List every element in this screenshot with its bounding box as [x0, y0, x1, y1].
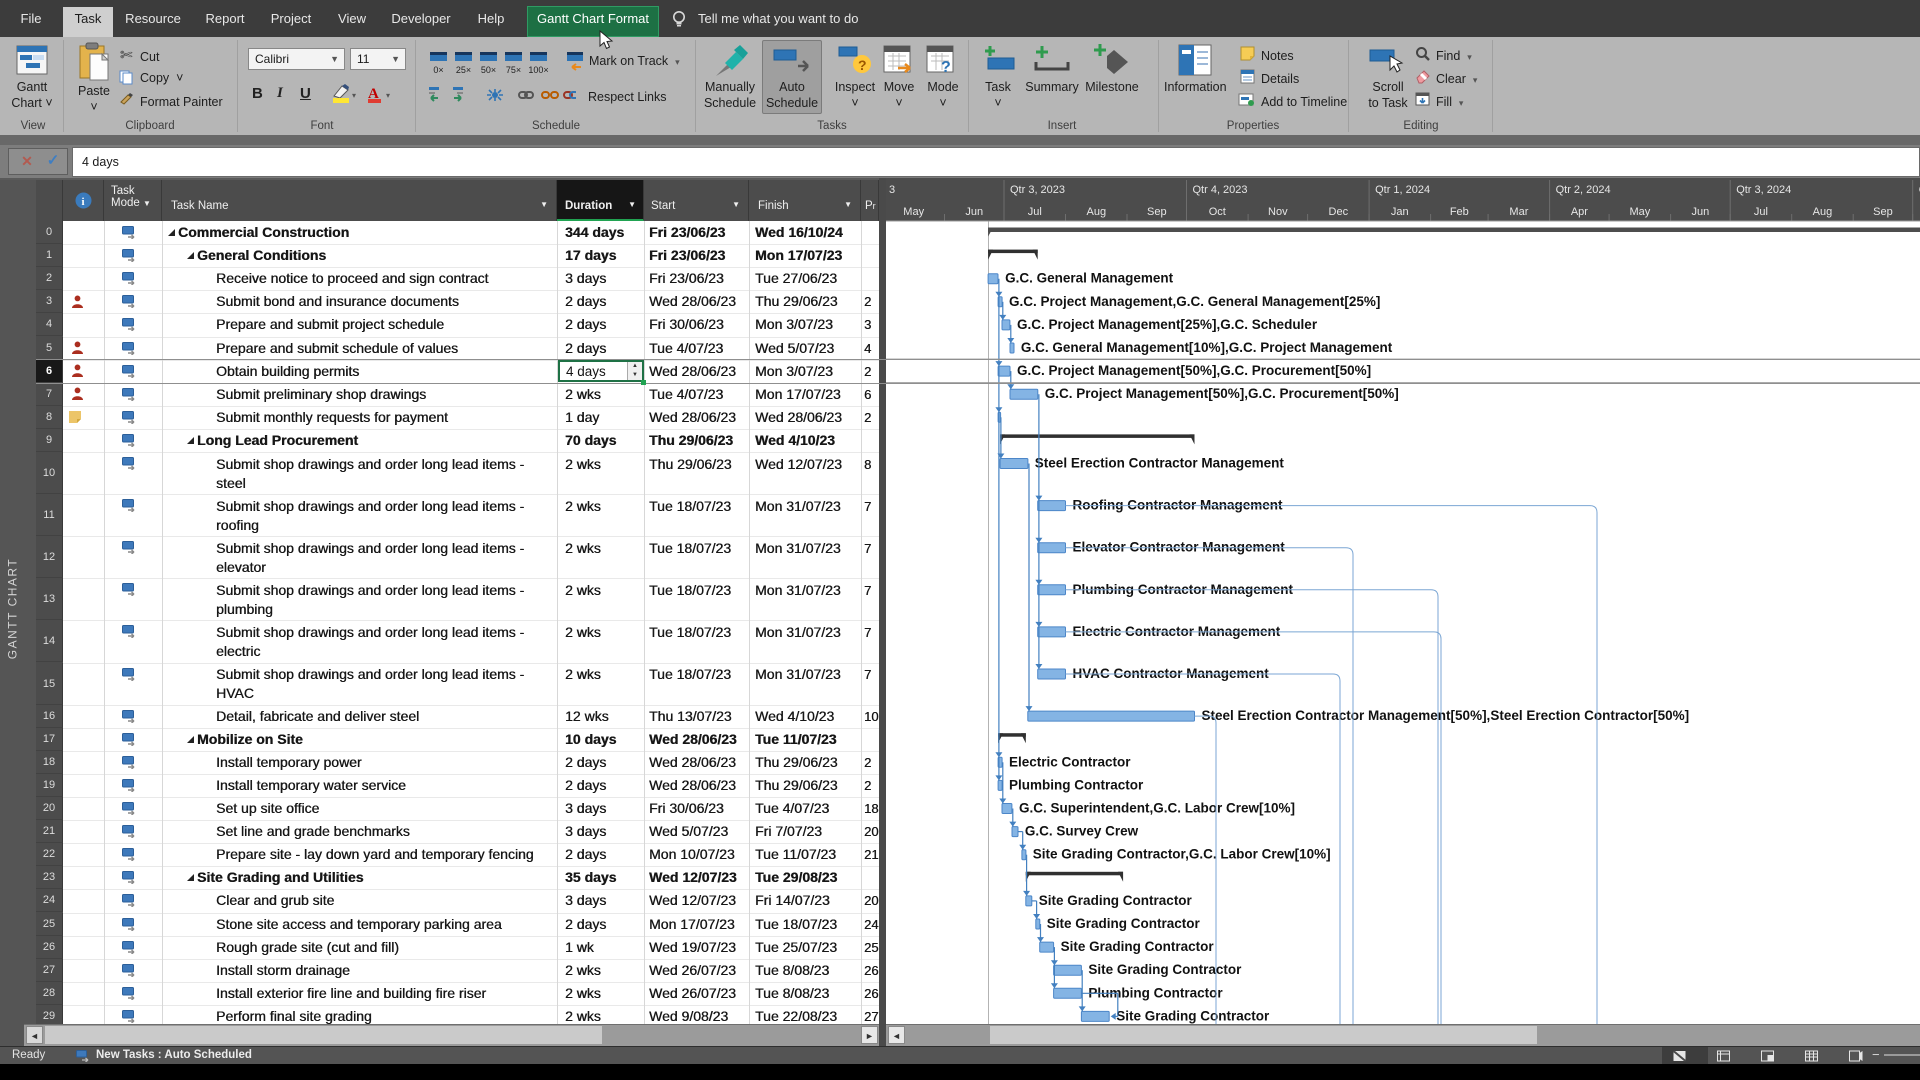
svg-text:Site Grading Contractor: Site Grading Contractor — [1047, 916, 1201, 931]
svg-text:Qtr 1, 2024: Qtr 1, 2024 — [1375, 184, 1430, 196]
svg-text:G.C. Project Management[25%],G: G.C. Project Management[25%],G.C. Schedu… — [1017, 317, 1318, 332]
svg-text:Qtr 2, 2024: Qtr 2, 2024 — [1556, 184, 1611, 196]
svg-text:?: ? — [858, 57, 867, 73]
svg-text:Dec: Dec — [1329, 206, 1349, 218]
svg-text:May: May — [903, 206, 924, 218]
svg-text:Plumbing Contractor: Plumbing Contractor — [1009, 777, 1144, 792]
svg-text:Mar: Mar — [1509, 206, 1528, 218]
svg-text:G.C. Project Management[50%],G: G.C. Project Management[50%],G.C. Procur… — [1017, 363, 1371, 378]
svg-text:Steel Erection Contractor Mana: Steel Erection Contractor Management — [1035, 456, 1285, 471]
svg-text:G.C. General Management[10%],G: G.C. General Management[10%],G.C. Projec… — [1021, 340, 1393, 355]
svg-text:Electric Contractor: Electric Contractor — [1009, 754, 1131, 769]
svg-text:G.C. Survey Crew: G.C. Survey Crew — [1025, 824, 1139, 839]
svg-text:Oct: Oct — [1209, 206, 1226, 218]
svg-text:Nov: Nov — [1268, 206, 1288, 218]
svg-text:G.C. General Management: G.C. General Management — [1005, 271, 1174, 286]
svg-text:▾: ▾ — [386, 91, 390, 100]
svg-text:Jan: Jan — [1391, 206, 1409, 218]
svg-text:Qtr 4, 2023: Qtr 4, 2023 — [1193, 184, 1248, 196]
svg-text:i: i — [82, 196, 85, 208]
svg-text:G.C. Project Management[50%],G: G.C. Project Management[50%],G.C. Procur… — [1045, 386, 1399, 401]
svg-text:Jun: Jun — [965, 206, 983, 218]
svg-text:Site Grading Contractor,G.C. L: Site Grading Contractor,G.C. Labor Crew[… — [1033, 847, 1331, 862]
svg-text:Site Grading Contractor: Site Grading Contractor — [1088, 962, 1242, 977]
svg-text:Apr: Apr — [1571, 206, 1588, 218]
svg-text:G.C. Project Management,G.C. G: G.C. Project Management,G.C. General Man… — [1009, 294, 1380, 309]
svg-text:Jun: Jun — [1692, 206, 1710, 218]
svg-text:Steel Erection Contractor Mana: Steel Erection Contractor Management[50%… — [1202, 708, 1690, 723]
svg-text:?: ? — [941, 59, 951, 76]
svg-text:Sep: Sep — [1147, 206, 1167, 218]
svg-text:Qtr 3, 2024: Qtr 3, 2024 — [1736, 184, 1791, 196]
svg-text:Sep: Sep — [1873, 206, 1893, 218]
svg-text:▾: ▾ — [352, 91, 356, 100]
svg-text:Aug: Aug — [1813, 206, 1833, 218]
svg-text:Feb: Feb — [1450, 206, 1469, 218]
svg-text:Site Grading Contractor: Site Grading Contractor — [1039, 893, 1193, 908]
svg-text:Jul: Jul — [1028, 206, 1042, 218]
svg-text:Site Grading Contractor: Site Grading Contractor — [1061, 939, 1215, 954]
svg-text:3: 3 — [889, 184, 895, 196]
svg-text:May: May — [1630, 206, 1651, 218]
svg-text:Site Grading Contractor: Site Grading Contractor — [1116, 1008, 1270, 1023]
svg-text:Aug: Aug — [1087, 206, 1107, 218]
svg-text:G.C. Superintendent,G.C. Labor: G.C. Superintendent,G.C. Labor Crew[10%] — [1019, 801, 1295, 816]
svg-text:Jul: Jul — [1754, 206, 1768, 218]
svg-text:Qtr 3, 2023: Qtr 3, 2023 — [1010, 184, 1065, 196]
svg-text:Roofing Contractor Management: Roofing Contractor Management — [1073, 498, 1284, 513]
